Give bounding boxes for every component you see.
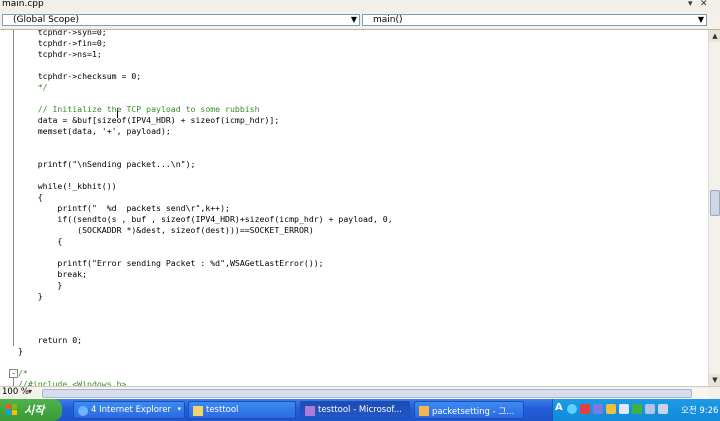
folder-icon	[193, 406, 203, 416]
scroll-down-icon[interactable]: ▼	[709, 374, 720, 386]
function-dropdown[interactable]: main() ▼	[362, 14, 707, 26]
code-line[interactable]: {	[18, 192, 43, 203]
display-icon[interactable]	[645, 404, 655, 414]
editor-status-bar: 100 % ▾	[0, 386, 720, 400]
ime-icon[interactable]	[606, 404, 616, 414]
taskbar-button-label: 4 Internet Explorer	[91, 405, 171, 415]
vertical-scrollbar[interactable]: ▲ ▼	[708, 30, 720, 386]
code-line[interactable]: (SOCKADDR *)&dest, sizeof(dest)))==SOCKE…	[18, 225, 314, 236]
code-line[interactable]: tcphdr->ns=1;	[18, 49, 102, 60]
taskbar: 시작 4 Internet Explorer ▾ testtool testto…	[0, 399, 720, 421]
code-editor[interactable]: - tcphdr->syn=0; tcphdr->fin=0; tcphdr->…	[0, 30, 708, 386]
code-line[interactable]: //#include <Windows.h>	[18, 379, 126, 386]
document-title[interactable]: main.cpp	[2, 0, 44, 9]
code-line[interactable]: data = &buf[sizeof(IPV4_HDR) + sizeof(ic…	[18, 115, 280, 126]
code-line[interactable]: tcphdr->checksum = 0;	[18, 71, 142, 82]
code-line[interactable]: if((sendto(s , buf , sizeof(IPV4_HDR)+si…	[18, 214, 392, 225]
scope-dropdown[interactable]: (Global Scope) ▼	[2, 14, 360, 26]
code-line[interactable]: {	[18, 236, 62, 247]
scroll-up-icon[interactable]: ▲	[709, 30, 720, 42]
close-icon[interactable]: ✕	[700, 0, 708, 9]
network-icon[interactable]	[567, 404, 577, 414]
visual-studio-icon	[305, 406, 315, 416]
code-line[interactable]: }	[18, 346, 23, 357]
chevron-down-icon[interactable]: ▾	[28, 387, 32, 396]
taskbar-button-internet-explorer[interactable]: 4 Internet Explorer ▾	[73, 401, 185, 419]
scroll-thumb[interactable]	[42, 389, 692, 398]
function-value: main()	[373, 15, 403, 25]
scroll-thumb[interactable]	[710, 190, 720, 216]
zoom-level[interactable]: 100 %	[2, 387, 29, 397]
clock[interactable]: 오전 9:26	[681, 404, 718, 416]
code-line[interactable]: while(!_kbhit())	[18, 181, 117, 192]
code-line[interactable]: break;	[18, 269, 87, 280]
start-button[interactable]: 시작	[0, 399, 62, 421]
code-line[interactable]: }	[18, 280, 62, 291]
chevron-down-icon: ▾	[177, 405, 181, 413]
security-icon[interactable]	[580, 404, 590, 414]
start-label: 시작	[24, 404, 45, 417]
code-line[interactable]: /*	[18, 368, 28, 379]
input-language-icon[interactable]: A	[555, 402, 563, 413]
code-line[interactable]: }	[18, 291, 43, 302]
code-line[interactable]: memset(data, '+', payload);	[18, 126, 171, 137]
code-line[interactable]: tcphdr->syn=0;	[18, 30, 107, 38]
taskbar-button-label: testtool	[206, 405, 239, 415]
windows-logo-icon	[6, 404, 17, 415]
volume-icon[interactable]	[619, 404, 629, 414]
taskbar-button-testtool-folder[interactable]: testtool	[188, 401, 296, 419]
code-line[interactable]: printf(" %d packets send\r",k++);	[18, 203, 230, 214]
code-line[interactable]: // Initialize the TCP payload to some ru…	[18, 104, 260, 115]
code-line[interactable]: printf("Error sending Packet : %d",WSAGe…	[18, 258, 323, 269]
horizontal-scrollbar[interactable]	[40, 388, 708, 399]
bluetooth-icon[interactable]	[593, 404, 603, 414]
taskbar-button-label: packetsetting - 그...	[432, 407, 515, 417]
code-line[interactable]: return 0;	[18, 335, 82, 346]
chevron-down-icon[interactable]: ▼	[698, 15, 704, 24]
code-line[interactable]: printf("\nSending packet...\n");	[18, 159, 196, 170]
pin-icon[interactable]: ▾	[688, 0, 693, 9]
internet-explorer-icon	[78, 406, 88, 416]
collapse-toggle-icon[interactable]: -	[9, 369, 18, 378]
update-icon[interactable]	[632, 404, 642, 414]
taskbar-button-packetsetting[interactable]: packetsetting - 그...	[414, 401, 524, 419]
taskbar-button-visual-studio[interactable]: testtool - Microsof...	[300, 401, 410, 419]
navigation-bar: (Global Scope) ▼ main() ▼	[0, 12, 720, 30]
code-line[interactable]: tcphdr->fin=0;	[18, 38, 107, 49]
chevron-down-icon[interactable]: ▼	[351, 15, 357, 24]
keyboard-icon[interactable]	[658, 404, 668, 414]
system-tray: A 오전 9:26	[552, 399, 720, 421]
outline-line	[13, 378, 14, 386]
document-icon	[419, 406, 429, 416]
outline-line	[13, 30, 14, 346]
scope-value: (Global Scope)	[13, 15, 80, 25]
code-line[interactable]: */	[18, 82, 48, 93]
taskbar-button-label: testtool - Microsof...	[318, 405, 402, 415]
